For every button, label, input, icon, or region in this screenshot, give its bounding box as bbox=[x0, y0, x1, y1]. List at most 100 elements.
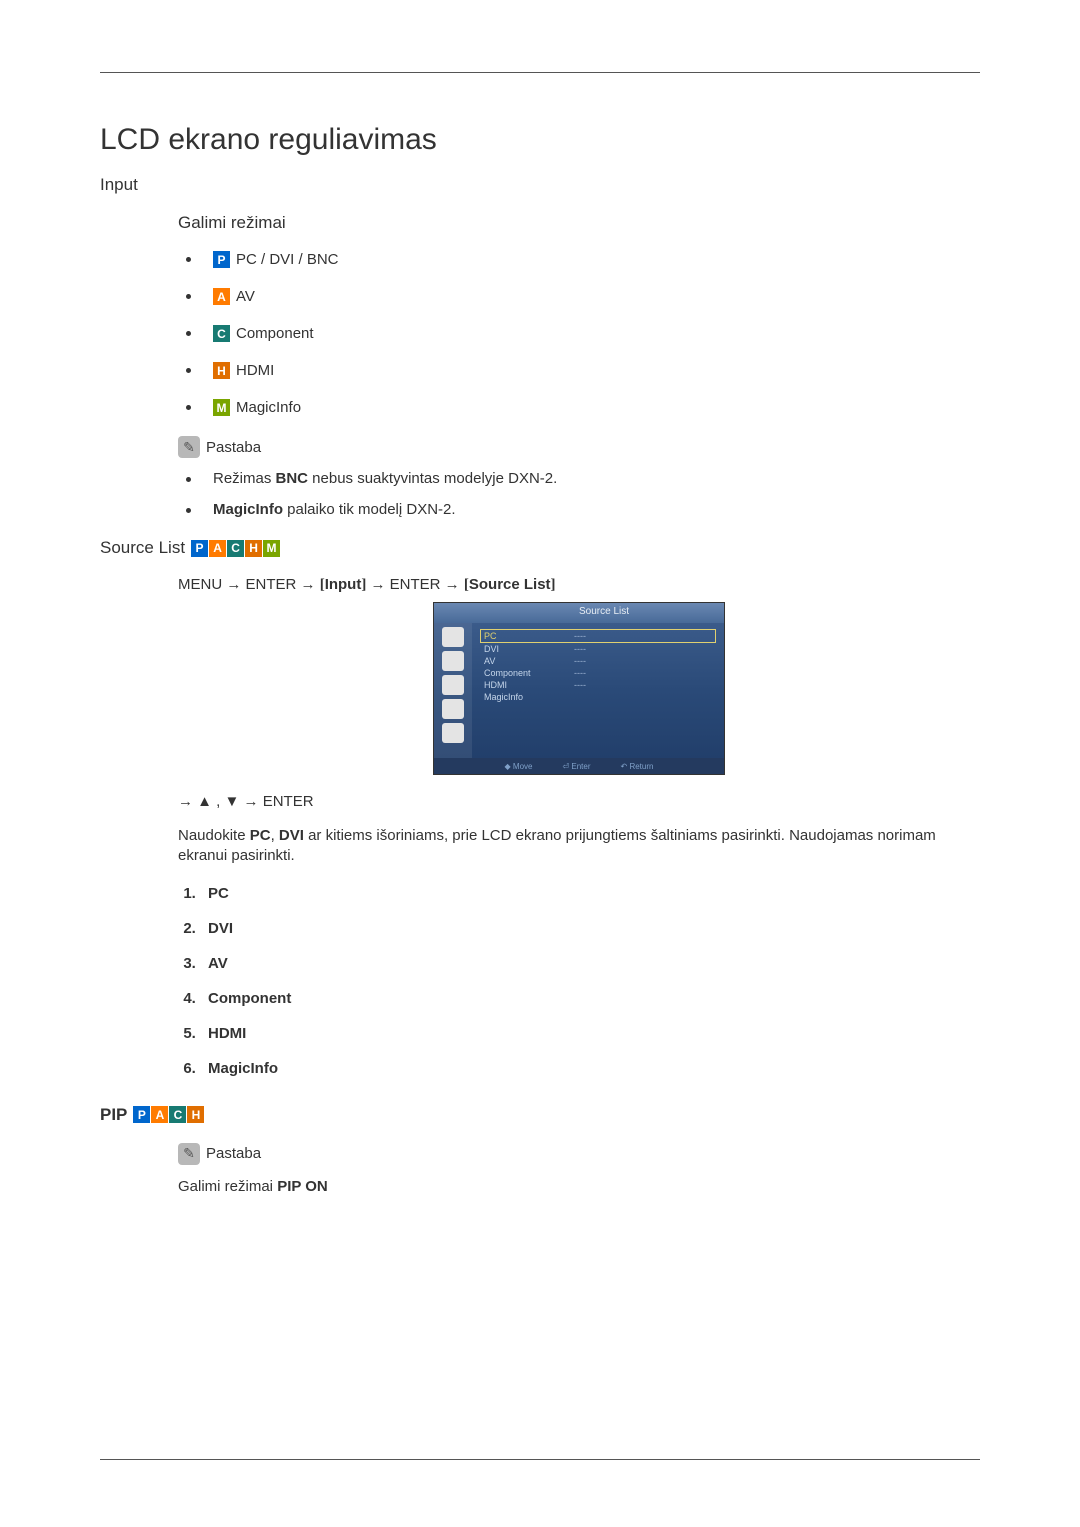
mode-list: P PC / DVI / BNC A AV C Component H HDMI… bbox=[178, 251, 980, 416]
osd-value: ---- bbox=[574, 644, 586, 654]
osd-value: ---- bbox=[574, 656, 586, 666]
bullet-icon bbox=[186, 477, 191, 482]
osd-value: ---- bbox=[574, 631, 586, 641]
osd-footer-move: ◆ Move bbox=[505, 762, 533, 771]
pip-note-label: Pastaba bbox=[206, 1145, 261, 1162]
note-1: Režimas BNC nebus suaktyvintas modelyje … bbox=[178, 470, 980, 487]
osd-label: AV bbox=[484, 656, 574, 666]
path-sourcelist-label: Source List bbox=[469, 576, 551, 593]
osd-main: PC ---- DVI ---- AV ---- Component ---- bbox=[472, 623, 724, 758]
bullet-icon bbox=[186, 331, 191, 336]
pip-heading: PIP P A C H bbox=[100, 1105, 980, 1125]
bullet-icon bbox=[186, 368, 191, 373]
pip-label: PIP bbox=[100, 1105, 127, 1125]
pip-note-text: Galimi režimai PIP ON bbox=[178, 1177, 980, 1197]
bullet-icon bbox=[186, 405, 191, 410]
mode-item-magicinfo: M MagicInfo bbox=[178, 399, 980, 416]
source-description: Naudokite PC, DVI ar kitiems išoriniams,… bbox=[178, 826, 980, 867]
pip-note-row: Pastaba bbox=[178, 1143, 980, 1165]
badge-p-icon: P bbox=[191, 540, 208, 557]
source-item-magicinfo: MagicInfo bbox=[200, 1060, 980, 1077]
desc-pre: Naudokite bbox=[178, 827, 250, 844]
badge-a-icon: A bbox=[209, 540, 226, 557]
note-2-bold: MagicInfo bbox=[213, 501, 283, 518]
mode-label-component: Component bbox=[236, 325, 314, 342]
osd-row-magicinfo: MagicInfo bbox=[480, 691, 716, 703]
mode-item-component: C Component bbox=[178, 325, 980, 342]
note-row: Pastaba bbox=[178, 436, 980, 458]
osd-label: PC bbox=[484, 631, 574, 641]
mode-c-icon: C bbox=[213, 325, 230, 342]
osd-title: Source List bbox=[579, 606, 629, 617]
source-list-label: Source List bbox=[100, 538, 185, 558]
pip-note-pre: Galimi režimai bbox=[178, 1178, 277, 1195]
osd-screenshot: Source List PC ---- DVI bbox=[433, 602, 725, 775]
bullet-icon bbox=[186, 294, 191, 299]
badge-m-icon: M bbox=[263, 540, 280, 557]
note-icon bbox=[178, 1143, 200, 1165]
osd-label: MagicInfo bbox=[484, 692, 574, 702]
osd-header: Source List bbox=[434, 603, 724, 623]
osd-label: DVI bbox=[484, 644, 574, 654]
badge-h-icon: H bbox=[187, 1106, 204, 1123]
desc-b2: DVI bbox=[279, 827, 304, 844]
note-1-pre: Režimas bbox=[213, 470, 276, 487]
badge-p-icon: P bbox=[133, 1106, 150, 1123]
osd-row-pc: PC ---- bbox=[480, 629, 716, 643]
mode-h-icon: H bbox=[213, 362, 230, 379]
note-label: Pastaba bbox=[206, 439, 261, 456]
mode-m-icon: M bbox=[213, 399, 230, 416]
osd-side-icon bbox=[442, 723, 464, 743]
osd-row-av: AV ---- bbox=[480, 655, 716, 667]
osd-footer-return: ↶ Return bbox=[621, 762, 654, 771]
badge-row: P A C H bbox=[133, 1106, 205, 1123]
note-2: MagicInfo palaiko tik modelį DXN-2. bbox=[178, 501, 980, 518]
bullet-icon bbox=[186, 508, 191, 513]
source-item-pc: PC bbox=[200, 885, 980, 902]
path-p1: MENU → ENTER → bbox=[178, 576, 320, 593]
badge-c-icon: C bbox=[169, 1106, 186, 1123]
note-2-post: palaiko tik modelį DXN-2. bbox=[283, 501, 456, 518]
source-item-hdmi: HDMI bbox=[200, 1025, 980, 1042]
top-rule bbox=[100, 72, 980, 73]
badge-h-icon: H bbox=[245, 540, 262, 557]
input-heading: Input bbox=[100, 175, 980, 195]
menu-path: MENU → ENTER → [Input] → ENTER → [Source… bbox=[178, 576, 980, 594]
note-bullets: Režimas BNC nebus suaktyvintas modelyje … bbox=[178, 470, 980, 518]
mode-a-icon: A bbox=[213, 288, 230, 305]
osd-row-component: Component ---- bbox=[480, 667, 716, 679]
note-1-bold: BNC bbox=[276, 470, 309, 487]
osd-row-hdmi: HDMI ---- bbox=[480, 679, 716, 691]
bottom-rule bbox=[100, 1459, 980, 1460]
source-item-av: AV bbox=[200, 955, 980, 972]
osd-side-icon bbox=[442, 699, 464, 719]
osd-sidebar bbox=[434, 623, 472, 758]
osd-label: HDMI bbox=[484, 680, 574, 690]
source-item-dvi: DVI bbox=[200, 920, 980, 937]
mode-item-pc: P PC / DVI / BNC bbox=[178, 251, 980, 268]
source-ordered-list: PC DVI AV Component HDMI MagicInfo bbox=[178, 885, 980, 1077]
osd-value: ---- bbox=[574, 668, 586, 678]
desc-b1: PC bbox=[250, 827, 271, 844]
badge-c-icon: C bbox=[227, 540, 244, 557]
mode-label-hdmi: HDMI bbox=[236, 362, 274, 379]
bullet-icon bbox=[186, 257, 191, 262]
note-icon bbox=[178, 436, 200, 458]
pip-note-bold: PIP ON bbox=[277, 1178, 328, 1195]
source-item-component: Component bbox=[200, 990, 980, 1007]
badge-a-icon: A bbox=[151, 1106, 168, 1123]
path-p2: → ENTER → bbox=[366, 576, 464, 593]
page-title: LCD ekrano reguliavimas bbox=[100, 123, 980, 157]
source-list-heading: Source List P A C H M bbox=[100, 538, 980, 558]
path-input-label: Input bbox=[325, 576, 362, 593]
osd-footer-enter: ⏎ Enter bbox=[562, 762, 590, 771]
mode-item-av: A AV bbox=[178, 288, 980, 305]
osd-side-icon bbox=[442, 627, 464, 647]
bracket-close-2: ] bbox=[551, 577, 556, 593]
mode-item-hdmi: H HDMI bbox=[178, 362, 980, 379]
osd-label: Component bbox=[484, 668, 574, 678]
mode-p-icon: P bbox=[213, 251, 230, 268]
osd-side-icon bbox=[442, 675, 464, 695]
osd-footer: ◆ Move ⏎ Enter ↶ Return bbox=[434, 758, 724, 774]
badge-row: P A C H M bbox=[191, 540, 281, 557]
